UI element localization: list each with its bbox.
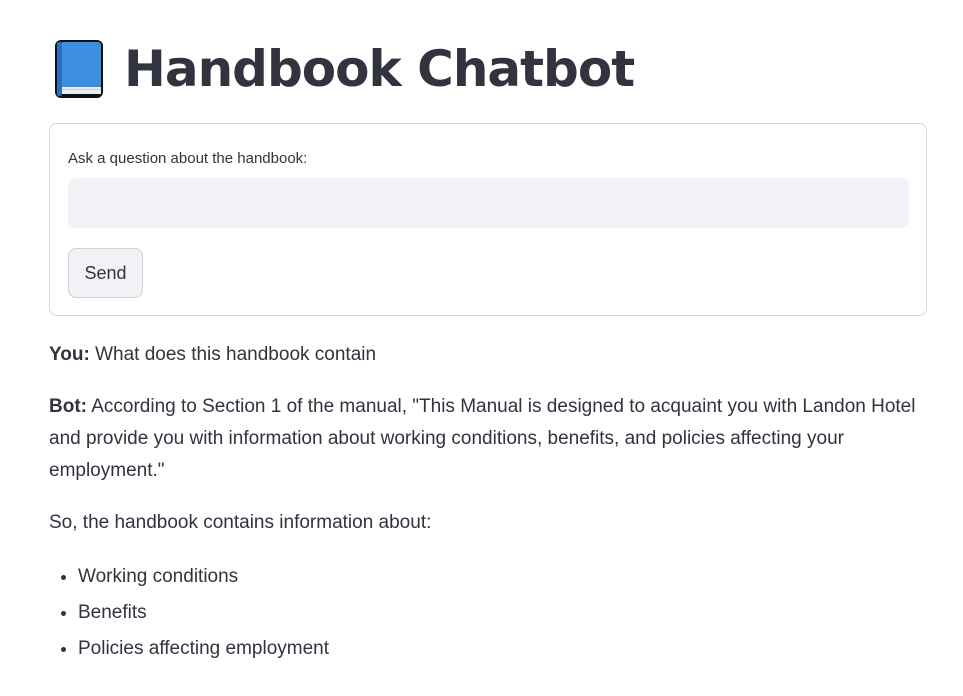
- question-input[interactable]: [68, 178, 909, 228]
- blue-book-icon: [55, 40, 103, 98]
- page: Handbook Chatbot Ask a question about th…: [0, 0, 963, 696]
- question-form: Ask a question about the handbook: Send: [49, 123, 927, 316]
- question-label: Ask a question about the handbook:: [68, 150, 308, 167]
- bot-message-text: According to Section 1 of the manual, "T…: [49, 396, 916, 481]
- user-speaker-label: You:: [49, 344, 90, 365]
- send-button[interactable]: Send: [68, 248, 143, 298]
- bot-list: Working conditions Benefits Policies aff…: [49, 559, 919, 667]
- bot-message: Bot: According to Section 1 of the manua…: [49, 391, 919, 487]
- bot-speaker-label: Bot:: [49, 396, 87, 417]
- bot-followup: So, the handbook contains information ab…: [49, 512, 432, 533]
- user-message-text: What does this handbook contain: [95, 344, 377, 365]
- page-header: Handbook Chatbot: [52, 34, 635, 104]
- list-item: Benefits: [78, 595, 919, 631]
- user-message: You: What does this handbook contain: [49, 339, 919, 371]
- page-title: Handbook Chatbot: [124, 40, 635, 98]
- chat-transcript: You: What does this handbook contain Bot…: [49, 339, 919, 667]
- list-item: Policies affecting employment: [78, 631, 919, 667]
- list-item: Working conditions: [78, 559, 919, 595]
